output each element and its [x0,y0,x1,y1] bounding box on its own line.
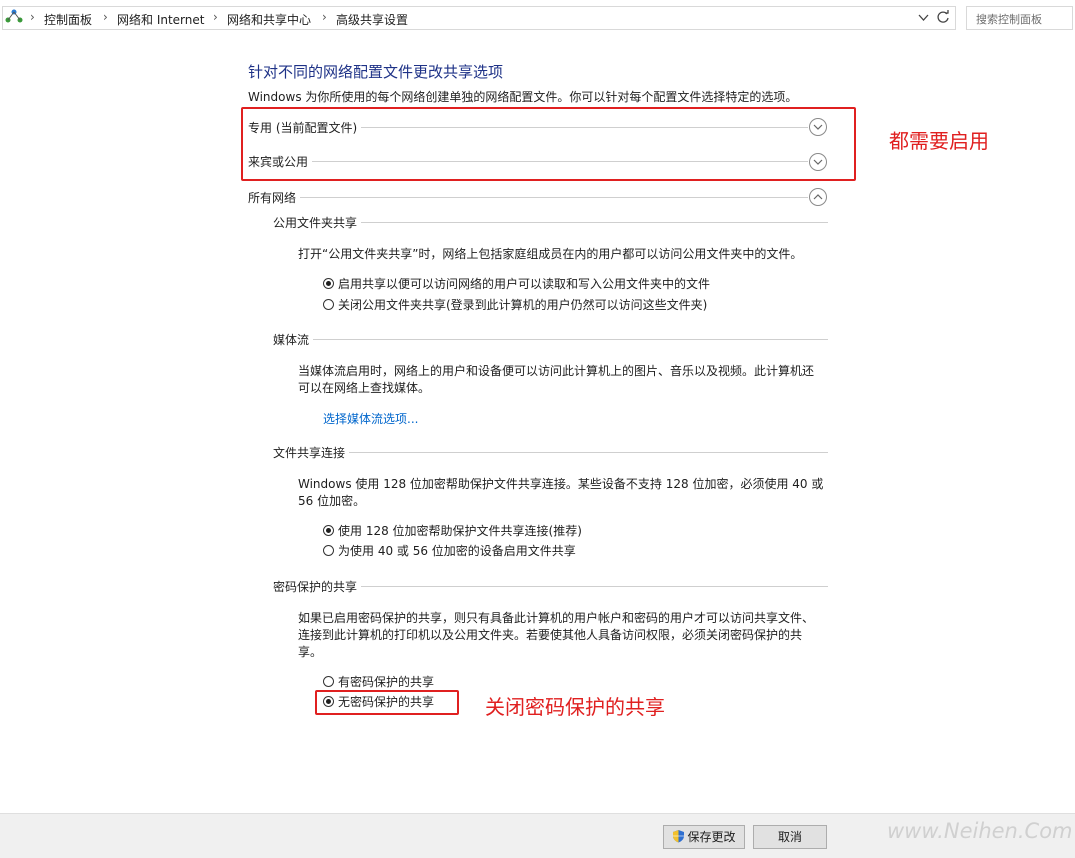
breadcrumb-separator-icon: › [103,10,108,24]
radio-label: 有密码保护的共享 [338,675,435,689]
chevron-down-icon[interactable] [918,11,929,25]
cancel-button[interactable]: 取消 [753,825,827,849]
radio-selected-icon[interactable] [323,525,334,536]
radio-label: 关闭公用文件夹共享(登录到此计算机的用户仍然可以访问这些文件夹) [338,298,708,312]
breadcrumb-network-internet[interactable]: 网络和 Internet [117,11,204,28]
page-description: Windows 为你所使用的每个网络创建单独的网络配置文件。你可以针对每个配置文… [248,90,798,104]
breadcrumb-network-sharing-center[interactable]: 网络和共享中心 [227,11,311,28]
divider [273,452,828,453]
section-title-media: 媒体流 [273,331,314,348]
breadcrumb-separator-icon: › [322,10,327,24]
annotation-profiles-note: 都需要启用 [889,129,989,153]
collapse-all-networks-button[interactable] [809,188,827,206]
radio-unselected-icon[interactable] [323,676,334,687]
annotation-box-password [315,690,459,715]
page-title: 针对不同的网络配置文件更改共享选项 [248,63,504,81]
breadcrumb-control-panel[interactable]: 控制面板 [44,11,92,28]
radio-40-56bit-encryption[interactable]: 为使用 40 或 56 位加密的设备启用文件共享 [323,542,576,559]
profile-all-networks-label[interactable]: 所有网络 [248,189,301,206]
media-streaming-options-link[interactable]: 选择媒体流选项... [323,410,418,427]
radio-unselected-icon[interactable] [323,545,334,556]
file-sharing-description-line1: Windows 使用 128 位加密帮助保护文件共享连接。某些设备不支持 128… [298,477,824,491]
divider [248,197,808,198]
section-title-file-sharing: 文件共享连接 [273,444,350,461]
public-folder-description: 打开“公用文件夹共享”时，网络上包括家庭组成员在内的用户都可以访问公用文件夹中的… [298,247,803,261]
radio-enable-public-sharing[interactable]: 启用共享以便可以访问网络的用户可以读取和写入公用文件夹中的文件 [323,275,710,292]
breadcrumb-separator-icon: › [30,10,35,24]
search-input[interactable]: 搜索控制面板 [966,6,1073,30]
refresh-icon[interactable] [936,10,950,27]
radio-unselected-icon[interactable] [323,299,334,310]
annotation-password-note: 关闭密码保护的共享 [485,695,665,719]
radio-label: 使用 128 位加密帮助保护文件共享连接(推荐) [338,524,582,538]
save-changes-label: 保存更改 [687,830,736,844]
network-icon [5,9,23,28]
radio-label: 为使用 40 或 56 位加密的设备启用文件共享 [338,544,576,558]
save-changes-button[interactable]: 保存更改 [663,825,745,849]
radio-disable-public-sharing[interactable]: 关闭公用文件夹共享(登录到此计算机的用户仍然可以访问这些文件夹) [323,296,707,313]
section-title-password: 密码保护的共享 [273,578,362,595]
watermark: www.Neihen.Com [887,819,1073,843]
radio-password-protected[interactable]: 有密码保护的共享 [323,673,434,690]
breadcrumb-advanced-sharing[interactable]: 高级共享设置 [336,11,408,28]
chevron-up-icon [813,194,823,200]
password-description-line2: 连接到此计算机的打印机以及公用文件夹。若要使其他人具备访问权限，必须关闭密码保护… [298,628,803,642]
password-description-line1: 如果已启用密码保护的共享，则只有具备此计算机的用户帐户和密码的用户才可以访问共享… [298,611,815,625]
address-bar: › 控制面板 › 网络和 Internet › 网络和共享中心 › 高级共享设置… [0,0,1075,36]
radio-selected-icon[interactable] [323,278,334,289]
annotation-box-profiles [241,107,856,181]
radio-128bit-encryption[interactable]: 使用 128 位加密帮助保护文件共享连接(推荐) [323,522,582,539]
cancel-label: 取消 [777,830,802,844]
breadcrumb-separator-icon: › [213,10,218,24]
media-description-line1: 当媒体流启用时，网络上的用户和设备便可以访问此计算机上的图片、音乐以及视频。此计… [298,364,815,378]
section-title-public-folder: 公用文件夹共享 [273,214,362,231]
media-description-line2: 可以在网络上查找媒体。 [298,381,431,395]
shield-icon [673,830,685,843]
file-sharing-description-line2: 56 位加密。 [298,494,366,508]
password-description-line3: 享。 [298,645,323,659]
divider [273,339,828,340]
radio-label: 启用共享以便可以访问网络的用户可以读取和写入公用文件夹中的文件 [338,277,711,291]
